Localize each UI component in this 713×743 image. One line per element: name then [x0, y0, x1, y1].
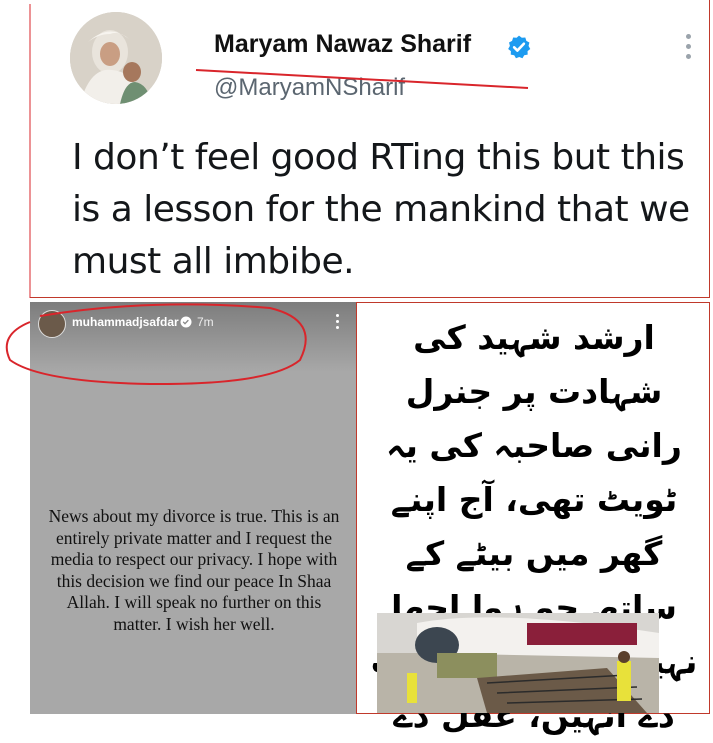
user-handle[interactable]: @MaryamNSharif	[214, 74, 405, 102]
urdu-commentary-panel: ارشد شہید کی شہادت پر جنرل رانی صاحبہ کی…	[356, 302, 710, 735]
more-vertical-icon[interactable]	[336, 314, 340, 332]
story-screenshot: muhammadjsafdar 7m News about my divorce…	[30, 302, 356, 714]
story-header-gradient	[30, 302, 356, 372]
story-username[interactable]: muhammadjsafdar	[72, 315, 179, 329]
display-name[interactable]: Maryam Nawaz Sharif	[214, 30, 471, 59]
airport-cargo-photo	[377, 613, 659, 713]
tweet-card: Maryam Nawaz Sharif @MaryamNSharif I don…	[30, 0, 710, 298]
story-time: 7m	[197, 315, 214, 329]
story-text: News about my divorce is true. This is a…	[48, 506, 340, 634]
verified-badge-icon	[508, 35, 531, 59]
tweet-text: I don’t feel good RTing this but this is…	[72, 137, 690, 282]
profile-avatar[interactable]	[70, 12, 162, 104]
story-avatar[interactable]	[38, 310, 66, 338]
more-vertical-icon[interactable]	[686, 34, 692, 62]
verified-badge-icon	[180, 316, 192, 328]
